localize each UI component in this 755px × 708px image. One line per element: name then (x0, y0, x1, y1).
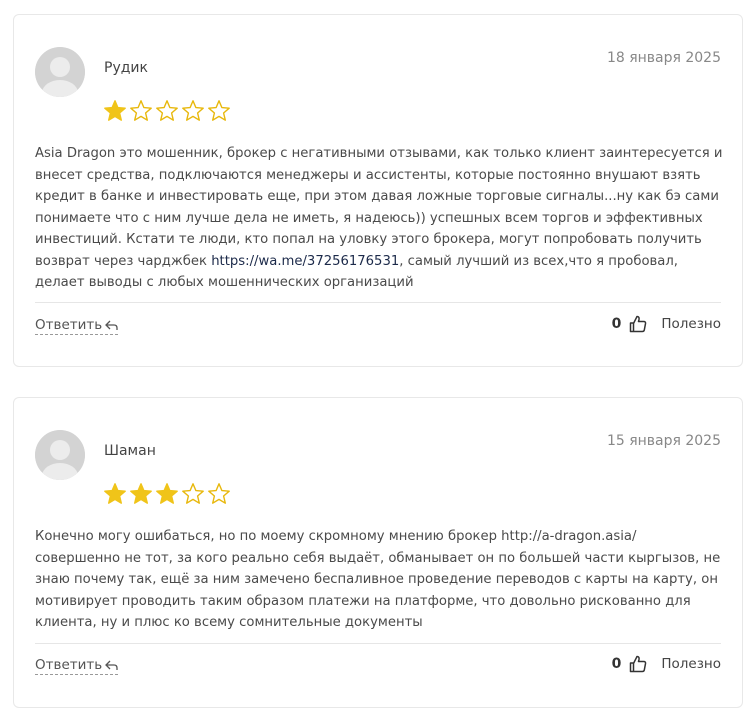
review-card: Шаман 15 января 2025 Конечно могу ошибат… (13, 397, 743, 708)
like-count: 0 (611, 316, 622, 332)
avatar (35, 47, 85, 97)
review-author[interactable]: Шаман (104, 443, 156, 459)
likes-block: 0 Полезно (612, 655, 721, 673)
thumbs-up-icon[interactable] (629, 655, 647, 673)
review-text: Конечно могу ошибаться, но по моему скро… (35, 526, 725, 634)
star-empty-icon (182, 100, 204, 121)
review-date: 18 января 2025 (606, 50, 721, 66)
reply-label: Ответить (35, 317, 103, 333)
star-filled-icon (104, 483, 126, 504)
like-count: 0 (611, 656, 622, 672)
star-empty-icon (156, 100, 178, 121)
star-empty-icon (130, 100, 152, 121)
avatar (35, 430, 85, 480)
reply-button[interactable]: Ответить (35, 317, 119, 335)
review-text-part: Конечно могу ошибаться, но по моему скро… (35, 529, 721, 630)
divider (35, 643, 721, 644)
star-rating (103, 482, 231, 506)
likes-block: 0 Полезно (612, 315, 721, 333)
reply-label: Ответить (35, 657, 103, 673)
divider (35, 302, 721, 303)
star-empty-icon (208, 100, 230, 121)
reply-arrow-icon (105, 320, 118, 330)
review-date: 15 января 2025 (606, 433, 721, 449)
useful-button[interactable]: Полезно (661, 656, 721, 672)
user-silhouette-icon (35, 47, 85, 97)
useful-button[interactable]: Полезно (661, 316, 721, 332)
star-empty-icon (208, 483, 230, 504)
reply-arrow-icon (105, 660, 118, 670)
review-author[interactable]: Рудик (104, 60, 148, 76)
review-text: Asia Dragon это мошенник, брокер с негат… (35, 143, 725, 294)
reply-button[interactable]: Ответить (35, 657, 119, 675)
star-filled-icon (130, 483, 152, 504)
star-rating (103, 99, 231, 123)
review-card: Рудик 18 января 2025 Asia Dragon это мош… (13, 14, 743, 367)
review-link[interactable]: https://wa.me/37256176531 (211, 254, 399, 269)
review-text-part: Asia Dragon это мошенник, брокер с негат… (35, 146, 723, 269)
star-filled-icon (104, 100, 126, 121)
thumbs-up-icon[interactable] (629, 315, 647, 333)
star-filled-icon (156, 483, 178, 504)
user-silhouette-icon (35, 430, 85, 480)
star-empty-icon (182, 483, 204, 504)
